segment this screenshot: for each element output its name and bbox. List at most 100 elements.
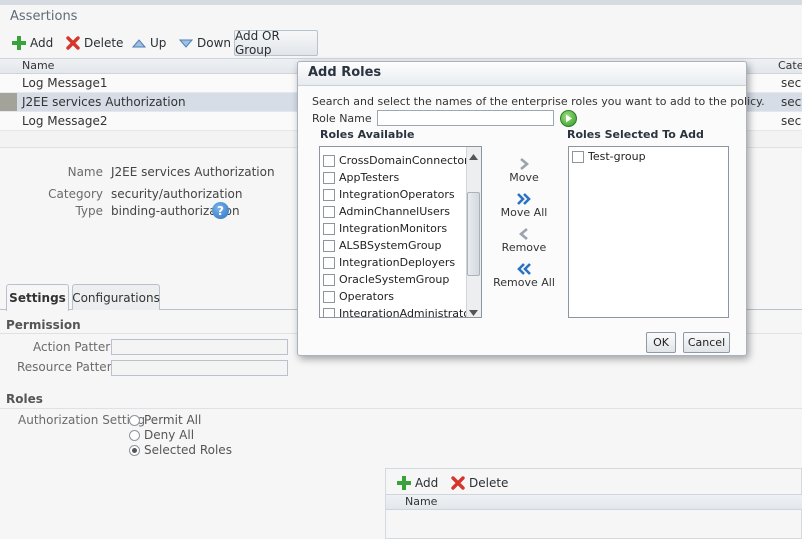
roles-title: Roles	[6, 392, 43, 406]
play-arrow-icon	[566, 114, 572, 123]
roles-selected-title: Roles Selected To Add	[567, 128, 704, 141]
type-label: Type	[75, 204, 103, 218]
delete-assertion-button[interactable]: Delete	[66, 34, 123, 52]
permit-all-radio[interactable]: Permit All	[129, 413, 201, 427]
remove-all-label: Remove All	[493, 276, 555, 289]
checkbox[interactable]	[323, 307, 335, 317]
roles-table-header	[386, 494, 802, 510]
add-assertion-label: Add	[30, 36, 54, 50]
dialog-title: Add Roles	[308, 65, 382, 80]
checkbox[interactable]	[323, 256, 335, 269]
list-item[interactable]: ALSBSystemGroup	[320, 237, 467, 254]
move-button[interactable]: Move	[489, 157, 559, 184]
checkbox[interactable]	[323, 222, 335, 235]
checkbox[interactable]	[572, 150, 584, 163]
row-name: Log Message1	[22, 76, 108, 90]
checkbox[interactable]	[323, 188, 335, 201]
scrollbar-thumb[interactable]	[467, 192, 480, 276]
column-header-name[interactable]: Name	[22, 59, 54, 72]
list-item[interactable]: AppTesters	[320, 169, 467, 186]
list-item[interactable]: IntegrationOperators	[320, 186, 467, 203]
list-item[interactable]: OracleSystemGroup	[320, 271, 467, 288]
chevron-left-icon	[518, 228, 528, 240]
role-name-input[interactable]	[377, 110, 554, 126]
tab-configurations[interactable]: Configurations	[72, 284, 160, 310]
remove-button[interactable]: Remove	[489, 227, 559, 254]
list-item[interactable]: IntegrationDeployers	[320, 254, 467, 271]
name-value: J2EE services Authorization	[111, 165, 275, 179]
checkbox[interactable]	[323, 171, 335, 184]
cancel-button[interactable]: Cancel	[683, 332, 730, 353]
assertions-title: Assertions	[10, 9, 78, 24]
column-header-category[interactable]: Categ	[778, 59, 802, 72]
available-list-items: CrossDomainConnectors AppTesters Integra…	[320, 152, 480, 317]
category-label: Category	[48, 187, 103, 201]
roles-column-header-name[interactable]: Name	[405, 495, 437, 508]
add-assertion-button[interactable]: Add	[12, 34, 53, 52]
checkbox[interactable]	[323, 273, 335, 286]
deny-all-label: Deny All	[144, 428, 195, 442]
role-label: Operators	[339, 290, 394, 303]
checkbox[interactable]	[323, 154, 335, 167]
action-pattern-label: Action Pattern	[33, 340, 118, 354]
down-button[interactable]: Down	[179, 34, 231, 52]
category-value: security/authorization	[111, 187, 243, 201]
help-icon[interactable]: ?	[212, 202, 229, 219]
add-role-button[interactable]: Add	[397, 474, 438, 492]
delete-icon	[66, 36, 80, 50]
action-pattern-field[interactable]	[111, 339, 288, 355]
double-chevron-left-icon	[517, 263, 531, 275]
role-label: AdminChannelUsers	[339, 205, 451, 218]
roles-available-list[interactable]: CrossDomainConnectors AppTesters Integra…	[319, 146, 482, 318]
name-label: Name	[67, 165, 103, 179]
delete-role-button[interactable]: Delete	[451, 474, 508, 492]
list-item[interactable]: Operators	[320, 288, 467, 305]
top-strip	[0, 0, 802, 5]
scroll-up-arrow-icon[interactable]	[469, 150, 478, 163]
permission-title: Permission	[6, 318, 81, 332]
deny-all-radio[interactable]: Deny All	[129, 428, 194, 442]
resource-pattern-field[interactable]	[111, 360, 288, 376]
list-item[interactable]: IntegrationAdministrators	[320, 305, 480, 317]
permit-all-label: Permit All	[144, 413, 202, 427]
checkbox[interactable]	[323, 290, 335, 303]
down-arrow-icon	[179, 39, 193, 48]
role-label: ALSBSystemGroup	[339, 239, 442, 252]
down-label: Down	[197, 36, 232, 50]
row-selection-marker	[0, 93, 17, 111]
tab-settings[interactable]: Settings	[6, 284, 69, 311]
dialog-instructions: Search and select the names of the enter…	[312, 95, 765, 108]
list-item[interactable]: Test-group	[569, 148, 727, 165]
ok-button[interactable]: OK	[646, 332, 676, 353]
remove-all-button[interactable]: Remove All	[489, 262, 559, 289]
role-name-label: Role Name	[312, 112, 372, 125]
roles-available-title: Roles Available	[320, 128, 415, 141]
checkbox[interactable]	[323, 205, 335, 218]
up-arrow-icon	[132, 39, 146, 48]
add-icon	[397, 476, 411, 490]
delete-icon	[451, 476, 465, 490]
list-item[interactable]: CrossDomainConnectors	[320, 152, 474, 169]
authorization-setting-label: Authorization Setting	[18, 413, 146, 427]
search-go-button[interactable]	[560, 110, 577, 127]
roles-selected-list[interactable]: Test-group	[568, 146, 729, 318]
add-or-group-button[interactable]: Add OR Group	[234, 29, 318, 57]
role-label: IntegrationOperators	[339, 188, 455, 201]
role-label: IntegrationDeployers	[339, 256, 456, 269]
list-item[interactable]: AdminChannelUsers	[320, 203, 467, 220]
row-category: secu	[781, 76, 802, 90]
checkbox[interactable]	[323, 239, 335, 252]
radio-button	[129, 429, 140, 441]
move-label: Move	[509, 171, 539, 184]
role-label: IntegrationMonitors	[339, 222, 448, 235]
list-item[interactable]: IntegrationMonitors	[320, 220, 467, 237]
roles-divider	[0, 408, 802, 409]
scroll-down-arrow-icon[interactable]	[469, 306, 478, 319]
role-label: Test-group	[588, 150, 646, 163]
resource-pattern-label: Resource Pattern	[17, 360, 120, 374]
double-chevron-right-icon	[517, 193, 531, 205]
selected-roles-radio[interactable]: Selected Roles	[129, 443, 232, 457]
up-button[interactable]: Up	[132, 34, 166, 52]
move-all-button[interactable]: Move All	[489, 192, 559, 219]
chevron-right-icon	[520, 158, 530, 170]
